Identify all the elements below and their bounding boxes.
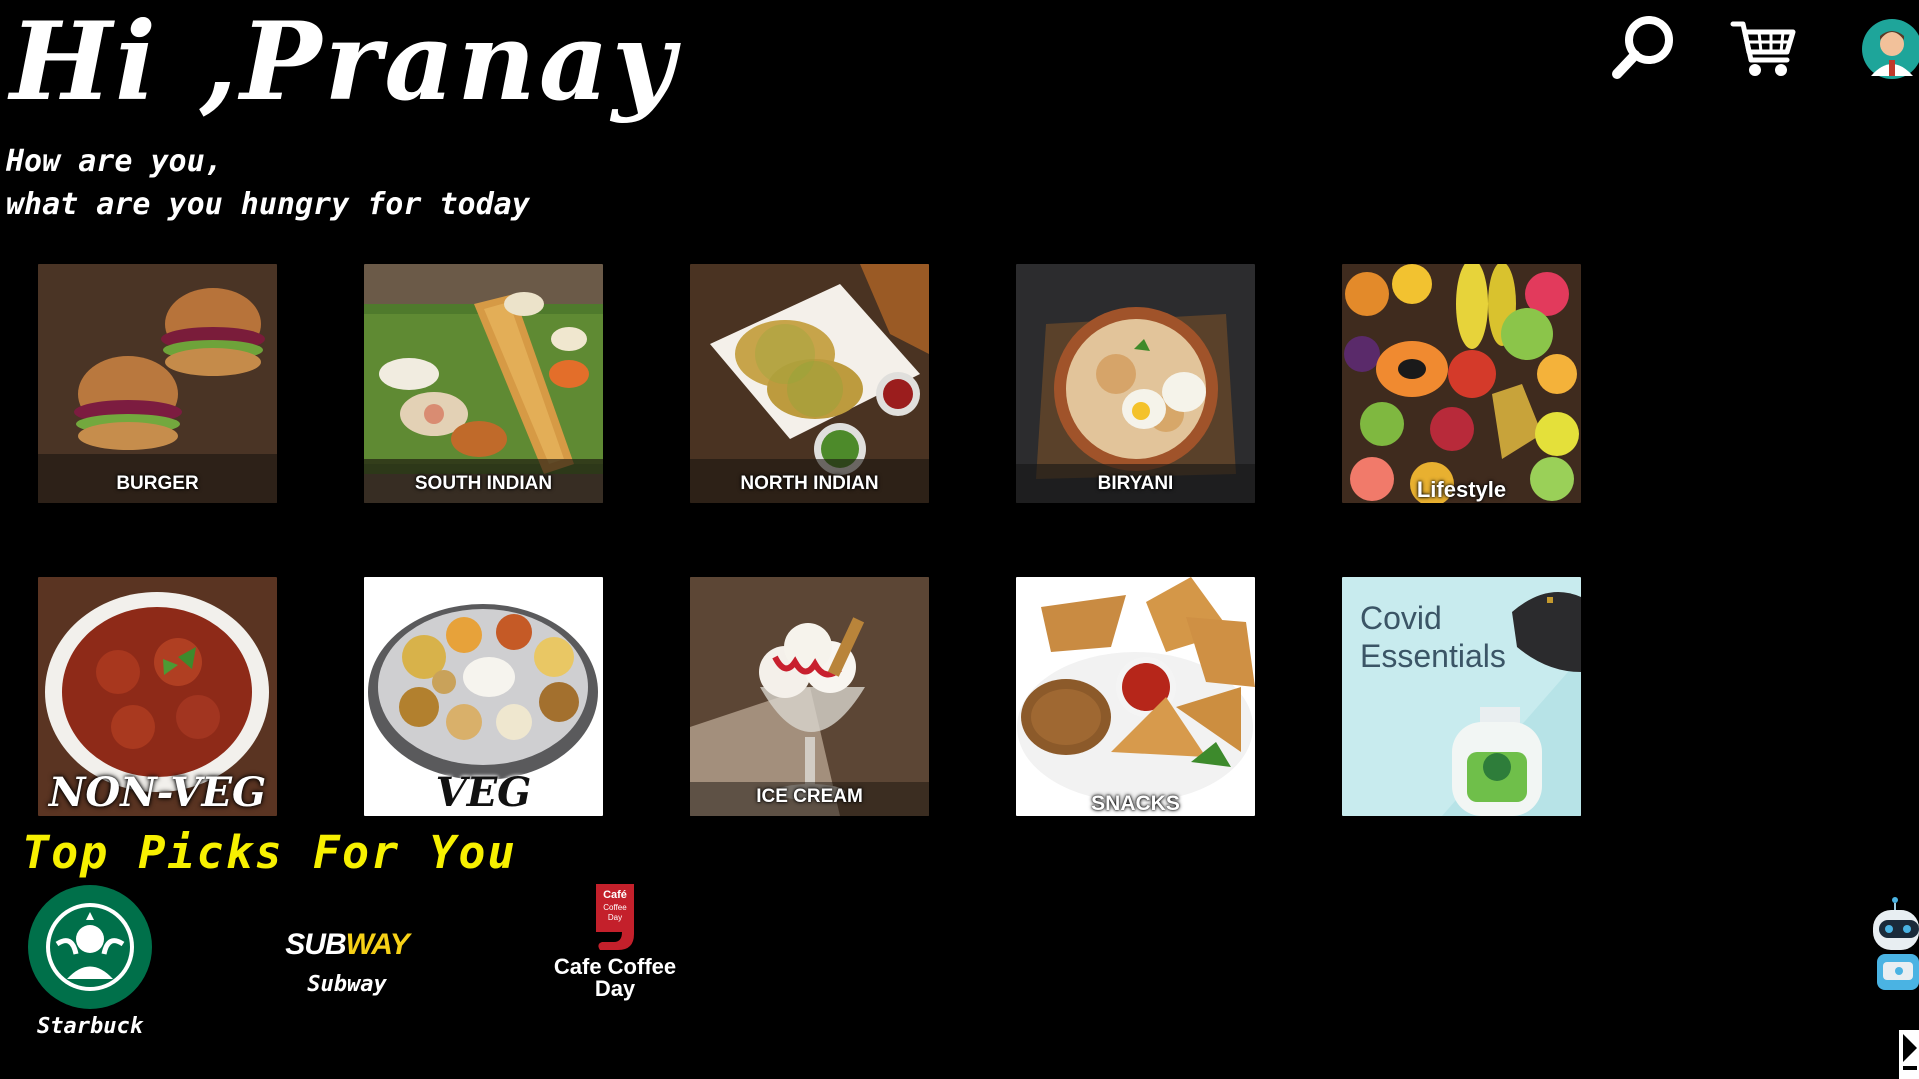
category-label: SOUTH INDIAN xyxy=(414,473,553,494)
top-pick-label: Cafe Coffee Day xyxy=(553,954,677,1001)
burger-image xyxy=(38,264,277,503)
corner-tool-icon[interactable] xyxy=(1897,1030,1919,1079)
top-pick-label: Subway xyxy=(307,972,387,997)
svg-text:Coffee: Coffee xyxy=(603,903,627,912)
category-label: NORTH INDIAN xyxy=(740,473,879,494)
category-ice-cream[interactable]: ICE CREAM xyxy=(690,577,929,816)
greeting-subtitle: How are you, what are you hungry for tod… xyxy=(6,140,530,226)
starbucks-logo xyxy=(28,885,152,1009)
category-label: ICE CREAM xyxy=(756,786,863,807)
cart-icon[interactable] xyxy=(1729,14,1799,84)
ice-cream-image xyxy=(690,577,929,816)
category-label: NON-VEG xyxy=(48,769,267,816)
category-label: BIRYANI xyxy=(1097,473,1174,494)
category-north-indian[interactable]: NORTH INDIAN xyxy=(690,264,929,503)
svg-text:Café: Café xyxy=(603,889,627,901)
snacks-image xyxy=(1016,577,1255,816)
category-label: Lifestyle xyxy=(1416,477,1507,502)
biryani-image xyxy=(1016,264,1255,503)
greeting-line-1: How are you, xyxy=(6,144,223,179)
category-lifestyle[interactable]: Lifestyle xyxy=(1342,264,1581,503)
covid-line-1: Covid xyxy=(1360,600,1442,636)
ccd-logo: Café Coffee Day xyxy=(596,884,634,950)
category-snacks[interactable]: SNACKS xyxy=(1016,577,1255,816)
category-label: VEG xyxy=(435,769,532,816)
category-biryani[interactable]: BIRYANI xyxy=(1016,264,1255,503)
top-pick-cafe-coffee-day[interactable]: Café Coffee Day Cafe Coffee Day xyxy=(540,884,690,1000)
greeting-line-2: what are you hungry for today xyxy=(6,187,530,222)
top-pick-label: Starbuck xyxy=(37,1014,143,1039)
search-icon[interactable] xyxy=(1609,12,1679,82)
category-label: SNACKS xyxy=(1091,792,1180,815)
user-avatar-icon[interactable] xyxy=(1857,14,1919,84)
covid-line-2: Essentials xyxy=(1360,638,1506,674)
category-burger[interactable]: BURGER xyxy=(38,264,277,503)
chatbot-icon[interactable] xyxy=(1871,894,1919,998)
top-pick-starbucks[interactable]: Starbuck xyxy=(22,884,158,1039)
category-south-indian[interactable]: SOUTH INDIAN xyxy=(364,264,603,503)
category-covid-essentials[interactable]: Covid Essentials xyxy=(1342,577,1581,816)
greeting-title: Hi ,Pranay xyxy=(10,0,678,125)
category-label: BURGER xyxy=(116,473,199,494)
category-non-veg[interactable]: NON-VEG xyxy=(38,577,277,816)
top-picks-title: Top Picks For You xyxy=(22,826,517,879)
subway-logo: SUBWAY xyxy=(285,928,409,961)
top-pick-subway[interactable]: SUBWAY Subway xyxy=(272,928,422,997)
north-indian-image xyxy=(690,264,929,503)
svg-text:Day: Day xyxy=(608,913,622,922)
covid-essentials-text: Covid Essentials xyxy=(1360,599,1506,675)
header-actions xyxy=(1579,10,1919,90)
lifestyle-image xyxy=(1342,264,1581,503)
south-indian-image xyxy=(364,264,603,503)
category-veg[interactable]: VEG xyxy=(364,577,603,816)
